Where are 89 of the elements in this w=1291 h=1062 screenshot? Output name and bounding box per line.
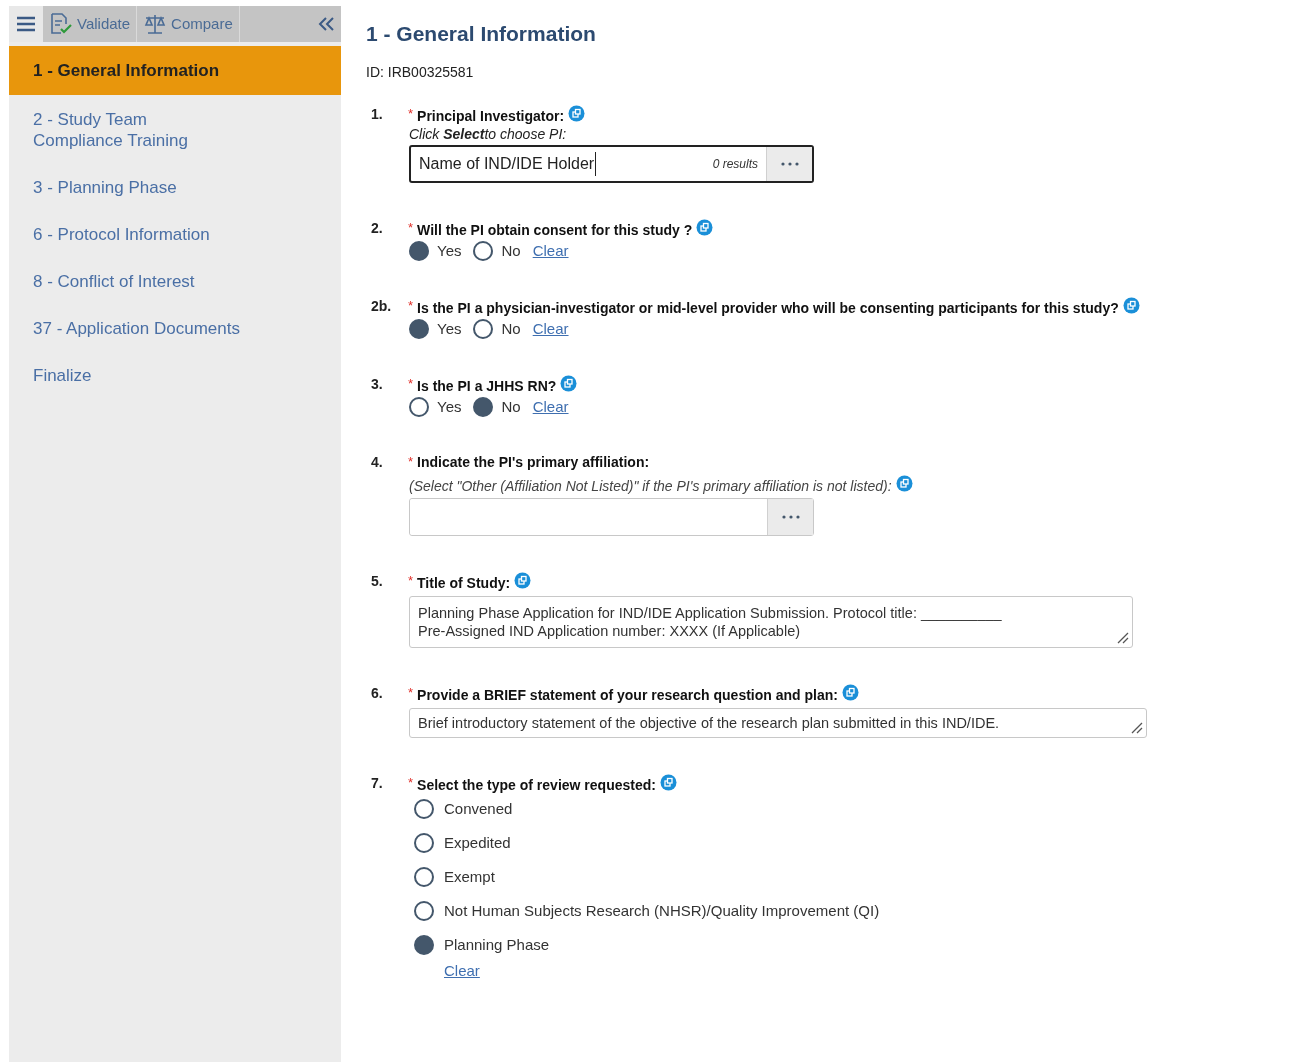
record-id: ID: IRB00325581	[366, 63, 475, 82]
question-number: 7.	[371, 774, 384, 792]
radio-button[interactable]	[473, 319, 494, 339]
hint-text: Click Selectto choose PI:	[409, 125, 567, 143]
nav-item[interactable]: 37 - Application Documents	[9, 316, 341, 341]
radio-button[interactable]	[414, 867, 434, 887]
nav-item[interactable]: 3 - Planning Phase	[9, 175, 341, 200]
ellipsis-icon	[780, 162, 799, 166]
option-label: Exempt	[444, 867, 495, 887]
question-number: 5.	[371, 572, 384, 590]
clear-link[interactable]: Clear	[444, 962, 480, 980]
clear-link[interactable]: Clear	[532, 319, 569, 339]
popup-icon[interactable]	[514, 572, 532, 589]
clear-link[interactable]: Clear	[532, 241, 569, 261]
menu-icon	[16, 16, 36, 32]
question-number: 2.	[371, 219, 384, 237]
popup-icon[interactable]	[659, 774, 677, 791]
radio-button[interactable]	[414, 901, 434, 921]
radio-button[interactable]	[409, 241, 429, 261]
nav-item[interactable]: 2 - Study Team Compliance Training	[9, 107, 341, 153]
question-label: Is the PI a JHHS RN?	[417, 378, 557, 394]
option-label: Expedited	[444, 833, 511, 853]
option-label: No	[501, 241, 521, 261]
clear-link[interactable]: Clear	[532, 397, 569, 417]
popup-icon[interactable]	[568, 105, 586, 122]
question-number: 1.	[371, 105, 384, 123]
text-line: Pre-Assigned IND Application number: XXXX (If Applicable)	[418, 622, 802, 640]
text-line: Planning Phase Application for IND/IDE Application Submission. Protocol title: __________	[418, 604, 1003, 622]
hint-text: (Select "Other (Affiliation Not Listed)" if the PI's primary affiliation is not listed):	[409, 478, 892, 494]
radio-button[interactable]	[473, 241, 494, 261]
nav-item[interactable]: 8 - Conflict of Interest	[9, 269, 341, 294]
nav-item[interactable]: Finalize	[9, 363, 341, 388]
radio-button[interactable]	[414, 935, 434, 955]
lookup-field[interactable]: Name of IND/IDE Holder 0 results	[409, 145, 814, 183]
radio-button[interactable]	[414, 833, 434, 853]
popup-icon[interactable]	[1122, 297, 1140, 314]
required-mark: *	[408, 775, 414, 790]
results-count: 0 results	[712, 156, 758, 173]
scales-icon	[143, 13, 168, 35]
nav-item[interactable]: 6 - Protocol Information	[9, 222, 341, 247]
option-label: Yes	[437, 319, 462, 339]
option-label: No	[501, 319, 521, 339]
document-check-icon	[49, 13, 73, 35]
radio-button[interactable]	[473, 397, 494, 417]
text-line: Brief introductory statement of the objective of the research plan submitted in this IND/IDE.	[418, 714, 1001, 732]
required-mark: *	[408, 376, 414, 391]
text-area[interactable]: Brief introductory statement of the objective of the research plan submitted in this IND/IDE.	[409, 708, 1147, 738]
nav-item[interactable]: 1 - General Information	[9, 46, 341, 95]
option-label: Not Human Subjects Research (NHSR)/Quality Improvement (QI)	[444, 901, 880, 921]
resize-handle-icon[interactable]	[1117, 632, 1129, 644]
popup-icon[interactable]	[560, 375, 578, 392]
resize-handle-icon[interactable]	[1131, 722, 1143, 734]
required-mark: *	[408, 220, 414, 235]
option-label: Yes	[437, 397, 462, 417]
required-mark: *	[408, 685, 414, 700]
question-label: Principal Investigator:	[417, 108, 565, 124]
option-label: Yes	[437, 241, 462, 261]
question-number: 4.	[371, 453, 384, 471]
ellipsis-icon	[781, 515, 800, 519]
required-mark: *	[408, 298, 414, 313]
toolbar-button[interactable]: Validate	[43, 6, 138, 42]
field-value: Name of IND/IDE Holder	[419, 152, 597, 176]
popup-icon[interactable]	[696, 219, 714, 236]
radio-button[interactable]	[409, 397, 429, 417]
question-number: 3.	[371, 375, 384, 393]
option-label: Planning Phase	[444, 935, 550, 955]
popup-icon[interactable]	[841, 684, 859, 701]
question-label: Indicate the PI's primary affiliation:	[417, 454, 650, 470]
required-mark: *	[408, 454, 414, 469]
question-number: 2b.	[371, 297, 393, 315]
question-label: Select the type of review requested:	[417, 777, 656, 793]
page-title: 1 - General Information	[366, 21, 597, 47]
radio-button[interactable]	[414, 799, 434, 819]
lookup-field[interactable]	[409, 498, 814, 536]
question-label: Is the PI a physician-investigator or mid-level provider who will be consenting participants for this study?	[417, 300, 1119, 316]
question-label: Title of Study:	[417, 575, 511, 591]
required-mark: *	[408, 573, 414, 588]
double-chevron-icon	[317, 16, 335, 32]
question-label: Provide a BRIEF statement of your research question and plan:	[417, 687, 838, 703]
text-area[interactable]: Planning Phase Application for IND/IDE Application Submission. Protocol title: __________ Pre-Assigned IND Application number: XXXX (If Applicable)	[409, 596, 1133, 648]
option-label: No	[501, 397, 521, 417]
menu-button[interactable]	[9, 6, 43, 42]
option-label: Convened	[444, 799, 513, 819]
required-mark: *	[408, 106, 414, 121]
toolbar-button[interactable]: Compare	[137, 6, 240, 42]
radio-button[interactable]	[409, 319, 429, 339]
popup-icon[interactable]	[895, 475, 913, 492]
question-number: 6.	[371, 684, 384, 702]
question-label: Will the PI obtain consent for this study ?	[417, 222, 693, 238]
